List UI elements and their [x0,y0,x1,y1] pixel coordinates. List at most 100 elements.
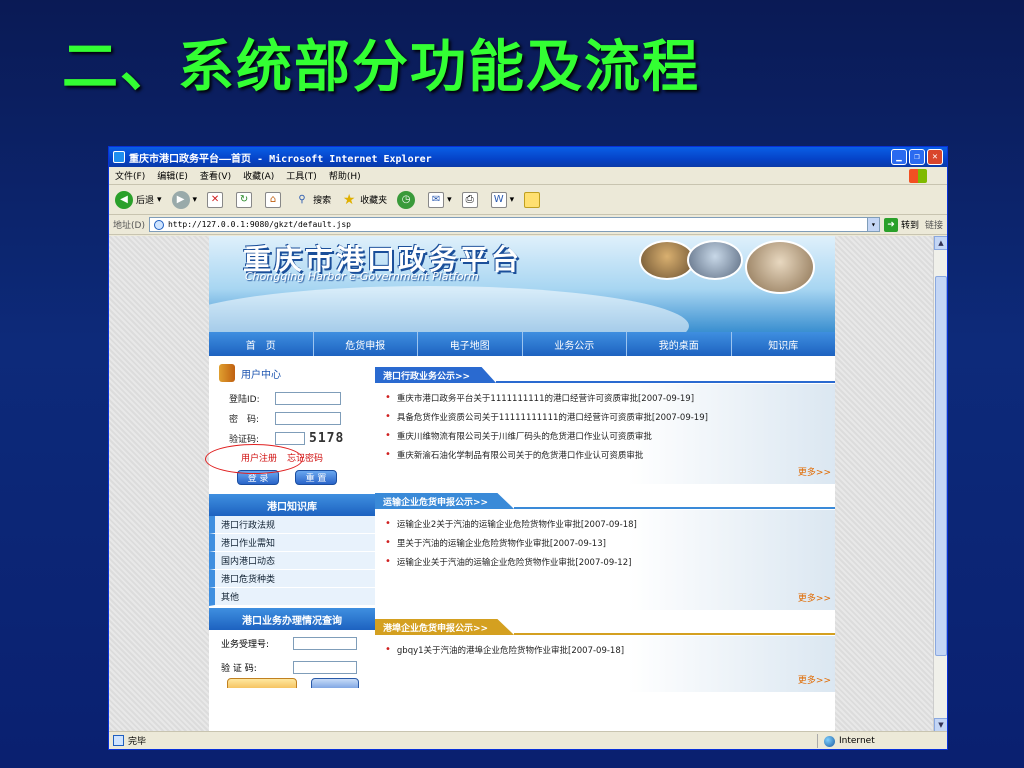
close-icon[interactable]: ✕ [927,149,943,165]
bullet-icon: • [385,537,391,548]
scroll-up-icon[interactable]: ▲ [934,236,947,250]
minimize-icon[interactable]: ▁ [891,149,907,165]
menu-favorites[interactable]: 收藏(A) [243,169,274,182]
stop-button[interactable]: ✕ [207,191,226,208]
slide-title: 二、系统部分功能及流程 [62,34,700,100]
print-button[interactable]: ⎙ [461,191,481,208]
news-text: 重庆川维物流有限公司关于川维厂码头的危货港口作业认可资质审批 [396,431,652,442]
history-button[interactable]: ◷ [397,190,418,209]
knowledge-item-news[interactable]: 国内港口动态 [209,552,375,570]
vertical-scrollbar[interactable]: ▲ ▼ [933,236,947,732]
ie-icon [113,151,125,163]
section-body: • 重庆市港口政务平台关于1111111111的港口经营许可资质审批[2007-0… [375,384,835,484]
news-text: 里关于汽油的运输企业危险货物作业审批[2007-09-13] [396,538,606,549]
links-button[interactable]: 链接 [925,218,943,231]
mail-button[interactable]: ✉ ▾ [428,191,452,208]
menu-tools[interactable]: 工具(T) [286,169,317,182]
chevron-down-icon[interactable]: ▾ [866,218,879,231]
list-item[interactable]: • 具备危货作业资质公司关于11111111111的港口经营许可资质审批[2007… [379,407,835,426]
list-item[interactable]: • 运输企业关于汽油的运输企业危险货物作业审批[2007-09-12] [379,552,835,571]
bullet-icon: • [385,518,391,529]
section-tag: 运输企业危货申报公示>> [375,493,515,509]
knowledge-item-hazard-types[interactable]: 港口危货种类 [209,570,375,588]
scroll-down-icon[interactable]: ▼ [934,718,947,732]
menu-file[interactable]: 文件(F) [115,169,145,182]
highlight-oval [205,444,303,474]
nav-home[interactable]: 首 页 [209,332,314,356]
site-banner: 重庆市港口政务平台 Chongqing Harbor e-Government … [209,236,835,332]
more-link[interactable]: 更多>> [798,591,831,604]
account-links: 用户注册 忘记密码 [205,444,375,474]
query-reset-button[interactable] [311,678,359,688]
security-zone: Internet [817,734,875,748]
windows-logo-icon [909,169,927,183]
refresh-button[interactable]: ↻ [236,191,255,208]
go-label: 转到 [900,221,919,231]
search-button[interactable]: ⚲ 搜索 [294,192,331,208]
list-item[interactable]: • 重庆新渝石油化学制品有限公司关于的危货港口作业认可资质审批 [379,445,835,464]
nav-business-notice[interactable]: 业务公示 [523,332,627,356]
password-input[interactable] [275,411,341,425]
nav-hazard-declaration[interactable]: 危货申报 [314,332,418,356]
favorites-button[interactable]: ★ 收藏夹 [341,192,387,208]
forward-button[interactable]: ▶ ▾ [171,190,198,209]
query-captcha-label: 验 证 码: [221,663,257,674]
chevron-down-icon: ▾ [192,194,198,205]
captcha-image[interactable]: 5178 [309,431,344,446]
messenger-button[interactable] [524,191,543,208]
go-button[interactable]: ➜ 转到 [883,217,919,232]
home-button[interactable]: ⌂ [265,191,284,208]
home-icon: ⌂ [265,191,282,208]
address-bar: 地址(D) http://127.0.0.1:9080/gkzt/default… [109,215,947,235]
scroll-thumb[interactable] [935,276,947,656]
list-item[interactable]: • 重庆川维物流有限公司关于川维厂码头的危货港口作业认可资质审批 [379,426,835,445]
back-button[interactable]: ◀ 后退 ▾ [115,190,162,209]
printer-icon: ⎙ [461,191,478,208]
captcha-label: 验证码: [229,434,260,445]
nav-knowledge[interactable]: 知识库 [732,332,836,356]
edit-button[interactable]: W ▾ [490,191,514,208]
password-label: 密 码: [229,414,260,425]
nav-my-desktop[interactable]: 我的桌面 [627,332,732,356]
restore-icon[interactable]: ❐ [909,149,925,165]
menu-help[interactable]: 帮助(H) [329,169,361,182]
nav-e-map[interactable]: 电子地图 [418,332,523,356]
right-column: 港口行政业务公示>> • 重庆市港口政务平台关于1111111111的港口经营许可… [375,358,835,732]
more-link[interactable]: 更多>> [798,673,831,686]
knowledge-item-notices[interactable]: 港口作业需知 [209,534,375,552]
banner-photo [745,240,815,294]
knowledge-item-other[interactable]: 其他 [209,588,375,606]
bullet-icon: • [385,644,391,655]
query-header: 港口业务办理情况查询 [209,608,375,630]
ie-window: 重庆市港口政务平台——首页 - Microsoft Internet Explo… [108,146,948,750]
login-id-input[interactable] [275,391,341,405]
news-text: gbqy1关于汽油的港埠企业危险货物作业审批[2007-09-18] [396,645,625,656]
address-input[interactable]: http://127.0.0.1:9080/gkzt/default.jsp ▾ [148,217,880,232]
news-text: 重庆市港口政务平台关于1111111111的港口经营许可资质审批[2007-09… [396,393,695,404]
section-tag: 港埠企业危货申报公示>> [375,619,515,635]
menu-edit[interactable]: 编辑(E) [157,169,188,182]
chevron-down-icon: ▾ [447,194,452,205]
captcha-input[interactable] [275,431,305,445]
section-divider [496,381,835,383]
status-bar: 完毕 Internet [109,731,947,749]
favorites-label: 收藏夹 [360,196,388,206]
menu-view[interactable]: 查看(V) [200,169,231,182]
toolbar: ◀ 后退 ▾ ▶ ▾ ✕ ↻ ⌂ ⚲ 搜索 ★ 收藏夹 ◷ ✉ ▾ ⎙ W ▾ [109,185,947,215]
list-item[interactable]: • 里关于汽油的运输企业危险货物作业审批[2007-09-13] [379,533,835,552]
zone-label: Internet [839,736,875,746]
query-button[interactable] [227,678,297,688]
news-text: 运输企业关于汽油的运输企业危险货物作业审批[2007-09-12] [396,557,632,568]
globe-icon [824,735,835,747]
site-subtitle: Chongqing Harbor e-Government Platform [245,270,479,283]
list-item[interactable]: • 运输企业2关于汽油的运输企业危险货物作业审批[2007-09-18] [379,514,835,533]
query-captcha-input[interactable] [293,660,357,674]
reset-button[interactable]: 重 置 [295,469,337,485]
acceptance-input[interactable] [293,636,357,650]
knowledge-item-regulations[interactable]: 港口行政法规 [209,516,375,534]
more-link[interactable]: 更多>> [798,465,831,478]
list-item[interactable]: • 重庆市港口政务平台关于1111111111的港口经营许可资质审批[2007-0… [379,388,835,407]
bullet-icon: • [385,430,391,441]
list-item[interactable]: • gbqy1关于汽油的港埠企业危险货物作业审批[2007-09-18] [379,640,835,659]
knowledge-header: 港口知识库 [209,494,375,516]
